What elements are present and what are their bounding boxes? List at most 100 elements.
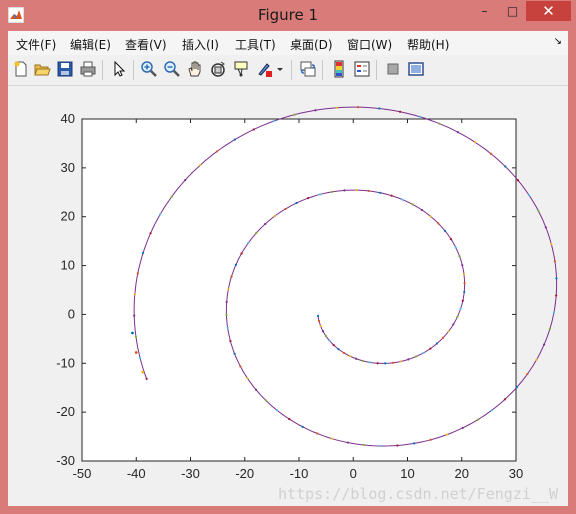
y-tick-label: -10: [56, 355, 75, 370]
y-tick-label: 40: [61, 111, 75, 126]
spiral-point: [367, 189, 370, 193]
spiral-point: [411, 203, 414, 206]
spiral-point: [542, 343, 546, 346]
figure-canvas: -50 -40 -30 -20 -10 0 10 20 30 -30 -20 -10 0 10 20 30 40…: [8, 86, 568, 506]
spiral-point: [284, 207, 287, 211]
spiral-point: [134, 335, 138, 339]
data-cursor-icon[interactable]: [232, 60, 250, 78]
spiral-point: [295, 201, 298, 205]
toolbar-separator: [133, 60, 134, 80]
x-tick-label: 30: [509, 466, 523, 481]
x-tick-label: -50: [73, 466, 92, 481]
y-tick-label: -30: [56, 453, 75, 468]
spiral-point: [447, 330, 450, 333]
brush-icon[interactable]: [255, 60, 273, 78]
spiral-point: [452, 323, 455, 326]
show-plot-tools-icon[interactable]: [407, 60, 425, 78]
menu-overflow-icon[interactable]: ↘: [554, 36, 562, 47]
spiral-point: [215, 150, 218, 153]
outlier-point: [141, 370, 145, 374]
y-tick-label: 20: [61, 209, 75, 224]
spiral-point: [550, 243, 553, 246]
menu-tools[interactable]: 工具(T): [235, 36, 276, 53]
spiral-point: [337, 348, 340, 351]
spiral-point: [435, 342, 439, 345]
spiral-point: [553, 260, 556, 263]
spiral-point: [369, 361, 372, 364]
spiral-point: [317, 319, 321, 323]
spiral-point: [170, 195, 173, 198]
new-figure-icon[interactable]: [12, 60, 30, 78]
pan-icon[interactable]: [186, 60, 204, 78]
spiral-point: [548, 327, 551, 330]
zoom-in-icon[interactable]: [140, 60, 158, 78]
spiral-point: [429, 438, 432, 441]
legend-icon[interactable]: [353, 60, 371, 78]
spiral-point: [234, 263, 237, 266]
menu-file[interactable]: 文件(F): [16, 36, 56, 53]
spiral-point: [252, 128, 255, 131]
toolbar-separator: [102, 60, 103, 80]
spiral-point: [422, 351, 425, 355]
spiral-point: [401, 198, 404, 201]
menu-insert[interactable]: 插入(I): [182, 36, 219, 53]
outlier-point: [134, 351, 138, 354]
title-bar[interactable]: Figure 1 – □ ✕: [0, 0, 576, 31]
spiral-point: [315, 432, 319, 435]
spiral-point: [199, 163, 202, 167]
spiral-point: [462, 273, 466, 276]
spiral-point: [226, 326, 229, 330]
close-button[interactable]: ✕: [526, 1, 571, 21]
spiral-point: [396, 444, 399, 447]
pointer-icon[interactable]: [110, 60, 128, 78]
x-tick-label: 10: [400, 466, 414, 481]
spiral-point: [288, 417, 291, 421]
spiral-point: [229, 339, 232, 343]
menu-help[interactable]: 帮助(H): [407, 36, 449, 53]
spiral-point: [149, 232, 152, 235]
x-tick-label: -20: [235, 466, 254, 481]
spiral-point: [355, 189, 358, 192]
spiral-plot[interactable]: -50 -40 -30 -20 -10 0 10 20 30 -30 -20 -10 0 10 20 30 40…: [8, 86, 568, 506]
spiral-point: [343, 189, 346, 192]
spiral-point: [273, 214, 277, 218]
spiral-point: [184, 179, 187, 182]
spiral-point: [463, 290, 466, 294]
spiral-point: [390, 194, 393, 197]
menu-bar: 文件(F) 编辑(E) 查看(V) 插入(I) 工具(T) 桌面(D) 窗口(W…: [8, 31, 568, 55]
spiral-point: [535, 358, 538, 361]
spiral-point: [398, 110, 402, 113]
y-tick-label: -20: [56, 404, 75, 419]
open-file-icon[interactable]: [33, 60, 51, 78]
spiral-point: [489, 152, 493, 155]
spiral-point: [255, 231, 258, 235]
colorbar-icon[interactable]: [330, 60, 348, 78]
menu-view[interactable]: 查看(V): [125, 36, 167, 53]
menu-edit[interactable]: 编辑(E): [70, 36, 111, 53]
zoom-out-icon[interactable]: [163, 60, 181, 78]
print-icon[interactable]: [79, 60, 97, 78]
spiral-point: [272, 120, 275, 123]
spiral-point: [515, 386, 518, 389]
spiral-point: [316, 314, 320, 317]
spiral-point: [437, 222, 440, 225]
hide-plot-tools-icon[interactable]: [384, 60, 402, 78]
spiral-point: [444, 229, 447, 233]
minimize-button[interactable]: –: [471, 1, 498, 21]
maximize-button[interactable]: □: [499, 1, 526, 21]
spiral-point: [376, 362, 379, 365]
menu-desktop[interactable]: 桌面(D): [290, 36, 333, 53]
spiral-point: [407, 358, 410, 361]
brush-dropdown-icon[interactable]: [276, 60, 284, 78]
rotate-3d-icon[interactable]: [209, 60, 227, 78]
spiral-point: [330, 437, 334, 440]
menu-window[interactable]: 窗口(W): [347, 36, 392, 53]
spiral-point: [438, 122, 441, 125]
spiral-point: [379, 444, 382, 448]
spiral-point: [361, 359, 365, 362]
link-plot-icon[interactable]: [299, 60, 317, 78]
x-tick-label: 0: [350, 466, 357, 481]
spiral-point: [133, 314, 136, 317]
spiral-point: [264, 399, 267, 402]
save-icon[interactable]: [56, 60, 74, 78]
